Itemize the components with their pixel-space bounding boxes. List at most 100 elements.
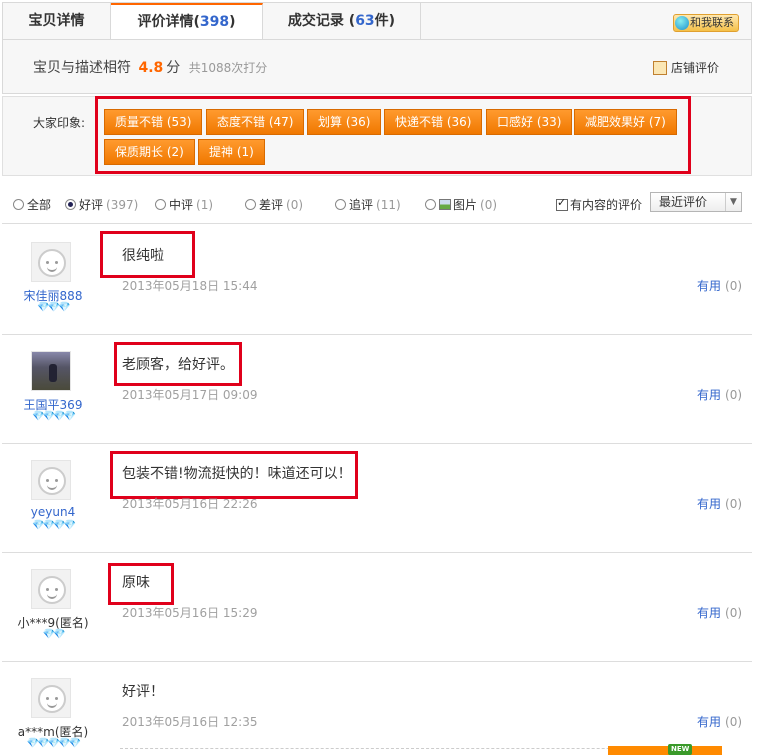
review-time: 2013年05月16日 22:26 [122,497,258,511]
useful-label: 有用 [697,279,722,293]
tab-reviews[interactable]: 评价详情(398) [111,3,263,41]
filter-label: 中评 [169,198,194,212]
useful-button[interactable]: 有用 (0) [697,604,742,621]
filter-all-radio[interactable]: 全部 [13,196,51,213]
impression-tag[interactable]: 划算 (36) [307,109,382,135]
filter-count: (0) [480,198,498,212]
useful-button[interactable]: 有用 (0) [697,713,742,730]
rank-badge: 💎💎💎💎 [32,411,76,422]
review-filter-bar: 全部 好评(397) 中评(1) 差评(0) 追评(11) 图片(0) 有内容的… [2,186,752,224]
useful-count: (0) [725,606,743,620]
tab-count: 63 [355,13,375,29]
useful-count: (0) [725,388,743,402]
review-comment: 老顾客，给好评。 [122,357,234,373]
filter-label: 追评 [349,198,374,212]
impression-tag[interactable]: 口感好 (33) [486,109,573,135]
useful-button[interactable]: 有用 (0) [697,386,742,403]
with-content-checkbox[interactable]: 有内容的评价 [556,196,642,213]
useful-label: 有用 [697,606,722,620]
image-icon [439,199,451,210]
chevron-down-icon: ▼ [725,193,741,211]
useful-button[interactable]: 有用 (0) [697,277,742,294]
rating-value: 4.8 [138,60,164,76]
review-item: 宋佳丽888 💎💎💎 很纯啦 2013年05月18日 15:44 有用 (0) [2,226,752,335]
radio-checked-icon [65,199,76,210]
impression-tag[interactable]: 质量不错 (53) [104,109,203,135]
tab-label: 宝贝详情 [28,13,85,29]
review-time: 2013年05月17日 09:09 [122,388,258,402]
tab-suffix: 件) [374,13,396,29]
review-comment: 包装不错!物流挺快的！味道还可以！ [122,466,352,482]
default-avatar-icon [38,685,66,713]
rating-count: 共1088次打分 [188,61,268,75]
filter-image-radio[interactable]: 图片 (0) [425,196,497,213]
avatar[interactable] [31,460,71,500]
impression-tag[interactable]: 提神 (1) [198,139,265,165]
filter-count: (397) [106,198,139,212]
rating-summary: 宝贝与描述相符 4.8 分 共1088次打分 店铺评价 [2,39,752,94]
chat-icon [675,16,689,30]
review-time: 2013年05月16日 12:35 [122,715,258,729]
review-item: 王国平369 💎💎💎💎 老顾客，给好评。 2013年05月17日 09:09 有… [2,335,752,444]
shop-rating-label: 店铺评价 [671,61,720,75]
useful-count: (0) [725,279,743,293]
useful-label: 有用 [697,715,722,729]
filter-count: (1) [196,198,214,212]
radio-icon [13,199,24,210]
avatar[interactable] [31,569,71,609]
default-avatar-icon [38,576,66,604]
review-comment: 原味 [122,575,150,591]
useful-label: 有用 [697,497,722,511]
filter-neutral-radio[interactable]: 中评 (1) [155,196,213,213]
radio-icon [335,199,346,210]
radio-icon [425,199,436,210]
tab-transactions[interactable]: 成交记录 (63件) [263,3,421,40]
filter-label: 差评 [259,198,284,212]
shop-rating-link[interactable]: 店铺评价 [653,59,719,76]
filter-followup-radio[interactable]: 追评 (11) [335,196,401,213]
tab-label: 评价详情( [137,14,200,30]
tab-suffix: ) [229,14,236,30]
avatar[interactable] [31,678,71,718]
review-item: yeyun4 💎💎💎💎 包装不错!物流挺快的！味道还可以！ 2013年05月16… [2,444,752,553]
impression-tag[interactable]: 减肥效果好 (7) [574,109,677,135]
filter-label: 好评 [79,198,104,212]
impression-tag[interactable]: 快递不错 (36) [384,109,483,135]
sort-select[interactable]: 最近评价 ▼ [650,192,742,212]
useful-count: (0) [725,497,743,511]
tab-bar: 宝贝详情 评价详情(398) 成交记录 (63件) 和我联系 [2,2,752,41]
avatar[interactable] [31,242,71,282]
tab-label: 成交记录 ( [287,13,356,29]
new-badge-bar: NEW [608,744,722,755]
impression-tag[interactable]: 态度不错 (47) [206,109,305,135]
impressions-panel: 大家印象: 质量不错 (53) 态度不错 (47) 划算 (36) 快递不错 (… [2,96,752,176]
rank-badge: 💎💎💎 [37,302,70,313]
filter-count: (0) [286,198,304,212]
impressions-label: 大家印象: [33,116,86,130]
checkbox-checked-icon [556,196,568,211]
impression-tag[interactable]: 保质期长 (2) [104,139,195,165]
filter-count: (11) [376,198,401,212]
useful-count: (0) [725,715,743,729]
contact-label: 和我联系 [690,16,734,29]
filter-label: 全部 [27,198,52,212]
radio-icon [245,199,256,210]
contact-seller-button[interactable]: 和我联系 [673,14,739,32]
checkbox-label: 有内容的评价 [570,198,643,212]
useful-button[interactable]: 有用 (0) [697,495,742,512]
review-time: 2013年05月18日 15:44 [122,279,258,293]
shop-rating-icon [653,61,667,75]
avatar[interactable] [31,351,71,391]
filter-negative-radio[interactable]: 差评 (0) [245,196,303,213]
tab-item-details[interactable]: 宝贝详情 [3,3,111,40]
review-time: 2013年05月16日 15:29 [122,606,258,620]
reviewer-name[interactable]: yeyun4 [2,505,104,519]
default-avatar-icon [38,467,66,495]
rank-badge: 💎💎 [42,629,66,640]
rating-unit: 分 [166,60,181,76]
review-comment: 好评！ [122,684,164,700]
filter-label: 图片 [453,198,478,212]
rating-label: 宝贝与描述相符 [33,60,131,76]
rating-text: 宝贝与描述相符 4.8 分 共1088次打分 [33,57,267,77]
filter-good-radio[interactable]: 好评 (397) [65,196,138,213]
